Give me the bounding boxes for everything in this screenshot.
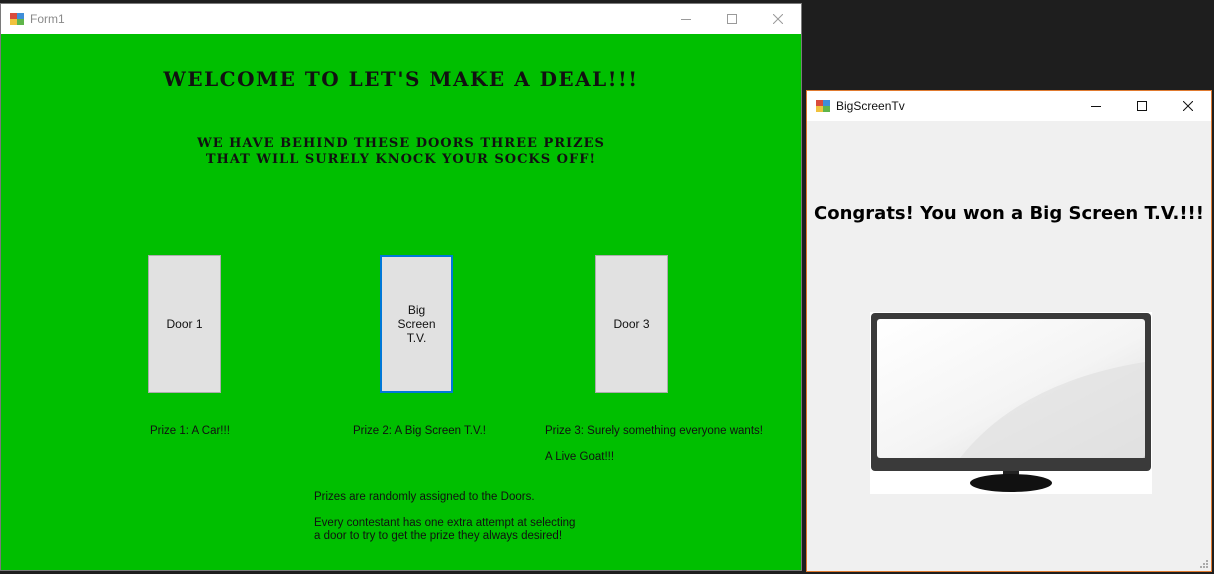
minimize-button[interactable] [663, 4, 709, 34]
subtitle-line-2: that will surely knock your socks off! [205, 152, 597, 167]
minimize-button[interactable] [1073, 91, 1119, 121]
resize-grip-icon[interactable] [1199, 559, 1209, 569]
door-2-button[interactable]: Big Screen T.V. [380, 255, 453, 393]
close-button[interactable] [1165, 91, 1211, 121]
app-icon [10, 13, 24, 25]
close-icon [773, 14, 783, 24]
bigscreentv-titlebar[interactable]: BigScreenTv [807, 91, 1211, 121]
maximize-button[interactable] [1119, 91, 1165, 121]
maximize-button[interactable] [709, 4, 755, 34]
form1-titlebar[interactable]: Form1 [1, 4, 801, 34]
minimize-icon [1091, 106, 1101, 107]
prize-1-label: Prize 1: A Car!!! [150, 425, 230, 437]
attempt-note-line-2: a door to try to get the prize they alwa… [314, 530, 563, 542]
minimize-icon [681, 19, 691, 20]
congrats-message: Congrats! You won a Big Screen T.V.!!! [814, 203, 1204, 224]
attempt-note-line-1: Every contestant has one extra attempt a… [314, 517, 576, 529]
maximize-icon [727, 14, 737, 24]
subtitle-line-1: We have behind these doors three prizes [197, 136, 605, 151]
random-note: Prizes are randomly assigned to the Door… [314, 491, 535, 503]
prize-3-detail: A Live Goat!!! [545, 451, 615, 463]
bigscreentv-window: BigScreenTv Congrats! You won a Big Scre… [806, 90, 1212, 572]
app-icon [816, 100, 830, 112]
bigscreentv-client: Congrats! You won a Big Screen T.V.!!! [807, 121, 1211, 571]
form1-window: Form1 Welcome to Let's Make a Deal!!! We… [0, 3, 802, 571]
close-button[interactable] [755, 4, 801, 34]
window-title: Form1 [30, 12, 65, 26]
close-icon [1183, 101, 1193, 111]
door-1-button[interactable]: Door 1 [148, 255, 221, 393]
prize-3-label: Prize 3: Surely something everyone wants… [545, 425, 763, 437]
tv-icon [870, 312, 1152, 494]
subtitle-text: We have behind these doors three prizes … [1, 136, 801, 168]
prize-2-label: Prize 2: A Big Screen T.V.! [353, 425, 486, 437]
attempt-note: Every contestant has one extra attempt a… [314, 517, 575, 543]
door-3-button[interactable]: Door 3 [595, 255, 668, 393]
welcome-heading: Welcome to Let's Make a Deal!!! [163, 67, 639, 91]
form1-client: Welcome to Let's Make a Deal!!! We have … [1, 34, 801, 570]
window-title: BigScreenTv [836, 99, 905, 113]
maximize-icon [1137, 101, 1147, 111]
